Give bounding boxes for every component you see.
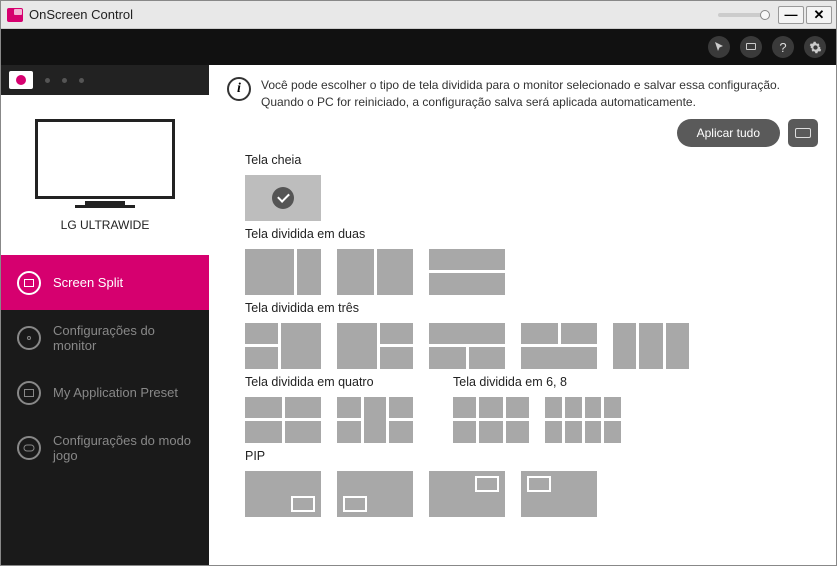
layout-three-a[interactable] <box>245 323 321 369</box>
pointer-icon[interactable] <box>708 36 730 58</box>
top-toolbar: ? <box>1 29 836 65</box>
section-full: Tela cheia <box>245 153 818 221</box>
layout-pip-bl[interactable] <box>337 471 413 517</box>
section-two: Tela dividida em duas <box>245 227 818 295</box>
monitor-tab-1[interactable] <box>9 71 33 89</box>
monitor-tab-strip <box>1 65 209 95</box>
monitor-tab-dot <box>79 78 84 83</box>
sidebar-nav: Screen Split Configurações do monitor My… <box>1 255 209 565</box>
layout-fullscreen[interactable] <box>245 175 321 221</box>
layout-pip-tr[interactable] <box>429 471 505 517</box>
app-preset-icon <box>17 381 41 405</box>
nav-label: Configurações do monitor <box>53 323 193 353</box>
section-title: Tela dividida em 6, 8 <box>453 375 621 389</box>
nav-app-preset[interactable]: My Application Preset <box>1 365 209 420</box>
keyboard-icon <box>795 128 811 138</box>
layout-three-c[interactable] <box>429 323 505 369</box>
layout-three-d[interactable] <box>521 323 597 369</box>
main-panel: i Você pode escolher o tipo de tela divi… <box>209 65 836 565</box>
layout-three-e[interactable] <box>613 323 689 369</box>
monitor-icon[interactable] <box>740 36 762 58</box>
screen-split-icon <box>17 271 41 295</box>
layout-four-a[interactable] <box>245 397 321 443</box>
monitor-name-label: LG ULTRAWIDE <box>61 218 150 232</box>
layout-four-b[interactable] <box>337 397 413 443</box>
section-four: Tela dividida em quatro <box>245 375 413 443</box>
section-title: Tela dividida em duas <box>245 227 818 241</box>
nav-screen-split[interactable]: Screen Split <box>1 255 209 310</box>
title-bar: OnScreen Control — ✕ <box>1 1 836 29</box>
layout-pip-tl[interactable] <box>521 471 597 517</box>
help-icon[interactable]: ? <box>772 36 794 58</box>
section-title: Tela dividida em quatro <box>245 375 413 389</box>
section-six-eight: Tela dividida em 6, 8 <box>453 375 621 443</box>
nav-game-mode[interactable]: Configurações do modo jogo <box>1 420 209 475</box>
window-controls: — ✕ <box>718 1 832 28</box>
info-icon: i <box>227 77 251 101</box>
nav-label: Screen Split <box>53 275 123 290</box>
selected-check-icon <box>272 187 294 209</box>
description-text: Você pode escolher o tipo de tela dividi… <box>261 77 818 111</box>
gamepad-icon <box>17 436 41 460</box>
section-pip: PIP <box>245 449 818 517</box>
section-three: Tela dividida em três <box>245 301 818 369</box>
close-button[interactable]: ✕ <box>806 6 832 24</box>
layout-two-left-wide[interactable] <box>245 249 321 295</box>
section-title: PIP <box>245 449 818 463</box>
monitor-frame-icon <box>35 119 175 199</box>
nav-label: Configurações do modo jogo <box>53 433 193 463</box>
monitor-settings-icon <box>17 326 41 350</box>
minimize-button[interactable]: — <box>778 6 804 24</box>
opacity-slider[interactable] <box>718 13 768 17</box>
app-window: OnScreen Control — ✕ ? LG ULTRAWIDE <box>0 0 837 566</box>
layout-six[interactable] <box>453 397 529 443</box>
app-logo-icon <box>7 8 23 22</box>
nav-label: My Application Preset <box>53 385 178 400</box>
window-title: OnScreen Control <box>29 7 133 22</box>
keyboard-button[interactable] <box>788 119 818 147</box>
sidebar: LG ULTRAWIDE Screen Split Configurações … <box>1 65 209 565</box>
layout-pip-br[interactable] <box>245 471 321 517</box>
layout-two-equal[interactable] <box>337 249 413 295</box>
layout-eight[interactable] <box>545 397 621 443</box>
monitor-tab-dot <box>62 78 67 83</box>
monitor-preview: LG ULTRAWIDE <box>1 95 209 255</box>
nav-monitor-settings[interactable]: Configurações do monitor <box>1 310 209 365</box>
layout-three-b[interactable] <box>337 323 413 369</box>
layout-content: Tela cheia Tela dividida em duas <box>209 147 836 565</box>
settings-gear-icon[interactable] <box>804 36 826 58</box>
section-title: Tela dividida em três <box>245 301 818 315</box>
section-title: Tela cheia <box>245 153 818 167</box>
layout-two-stacked[interactable] <box>429 249 505 295</box>
monitor-tab-dot <box>45 78 50 83</box>
apply-all-button[interactable]: Aplicar tudo <box>677 119 780 147</box>
